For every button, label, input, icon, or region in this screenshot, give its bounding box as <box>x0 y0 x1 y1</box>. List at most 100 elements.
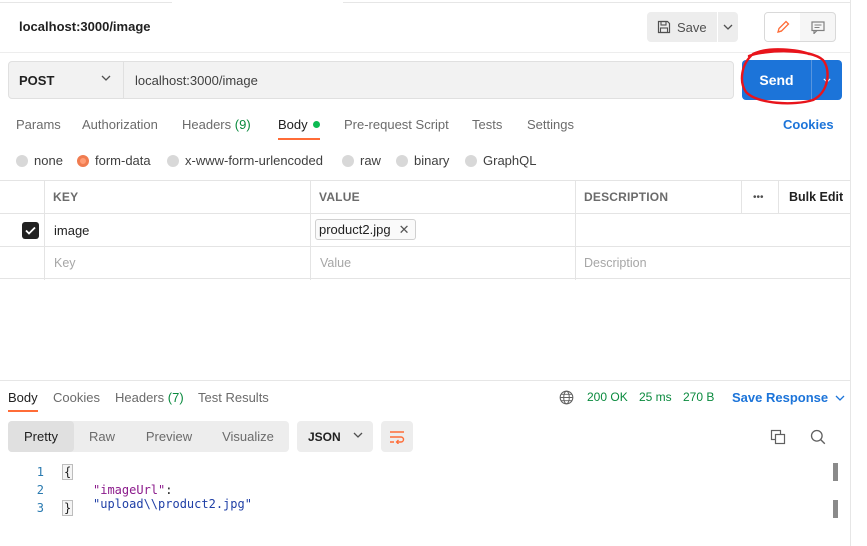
view-visualize[interactable]: Visualize <box>215 421 281 452</box>
tab-authorization[interactable]: Authorization <box>82 117 158 132</box>
active-tab-indicator <box>8 410 38 412</box>
tab-headers[interactable]: Headers (9) <box>182 117 251 132</box>
radio-circle <box>167 154 179 167</box>
url-input[interactable]: localhost:3000/image <box>123 61 734 99</box>
tab-tests[interactable]: Tests <box>472 117 502 132</box>
new-key-input[interactable]: Key <box>54 247 76 279</box>
tab-settings[interactable]: Settings <box>527 117 574 132</box>
format-label: JSON <box>308 429 341 444</box>
view-preview[interactable]: Preview <box>138 421 200 452</box>
table-header-row: KEY VALUE DESCRIPTION ••• Bulk Edit <box>0 180 850 214</box>
radio-label: binary <box>414 153 450 168</box>
comments-toggle[interactable] <box>800 13 835 41</box>
json-colon: : <box>165 483 173 497</box>
save-button-group[interactable]: Save <box>647 12 738 42</box>
radio-raw[interactable]: raw <box>342 153 381 168</box>
json-value: "upload\\product2.jpg" <box>93 497 252 511</box>
chevron-down-icon <box>823 78 831 83</box>
response-tab-headers-label: Headers <box>115 390 165 405</box>
response-time[interactable]: 25 ms <box>639 390 672 404</box>
wrap-lines-button[interactable] <box>381 421 413 452</box>
view-mode-selector: Pretty Raw Preview Visualize <box>8 421 289 452</box>
request-title[interactable]: localhost:3000/image <box>19 19 151 34</box>
send-button-group[interactable]: Send <box>742 60 842 100</box>
radio-circle <box>16 154 28 167</box>
search-icon[interactable] <box>810 429 826 445</box>
method-select[interactable]: POST <box>8 61 124 99</box>
radio-graphql[interactable]: GraphQL <box>465 153 536 168</box>
response-tab-body[interactable]: Body <box>8 390 38 405</box>
panel-divider <box>850 0 851 546</box>
active-tab-indicator <box>278 138 320 140</box>
radio-binary[interactable]: binary <box>396 153 449 168</box>
radio-form-data[interactable]: form-data <box>77 153 151 168</box>
response-tab-headers[interactable]: Headers (7) <box>115 390 184 405</box>
radio-label: x-www-form-urlencoded <box>185 153 323 168</box>
json-key: "imageUrl" <box>93 483 166 497</box>
radio-none[interactable]: none <box>16 153 63 168</box>
send-button[interactable]: Send <box>742 60 811 100</box>
response-size[interactable]: 270 B <box>683 390 714 404</box>
chevron-down-icon <box>353 432 363 438</box>
status-code[interactable]: 200 OK <box>587 390 628 404</box>
response-tab-headers-count: (7) <box>167 390 184 405</box>
more-options-button[interactable]: ••• <box>753 181 764 213</box>
close-icon[interactable]: ✕ <box>399 222 410 238</box>
column-header-key: KEY <box>53 190 79 204</box>
row-enabled-checkbox[interactable] <box>22 222 39 239</box>
pencil-icon <box>776 20 789 33</box>
file-name: product2.jpg <box>319 222 391 237</box>
save-button[interactable]: Save <box>647 12 717 42</box>
tab-body[interactable]: Body <box>278 117 320 132</box>
globe-icon[interactable] <box>559 390 574 405</box>
save-icon <box>657 20 671 34</box>
bulk-edit-button[interactable]: Bulk Edit <box>789 181 843 213</box>
save-options-button[interactable] <box>718 12 738 42</box>
chevron-down-icon <box>723 24 733 30</box>
view-pretty[interactable]: Pretty <box>8 421 74 452</box>
radio-x-www-form-urlencoded[interactable]: x-www-form-urlencoded <box>167 153 323 168</box>
response-tab-cookies[interactable]: Cookies <box>53 390 100 405</box>
radio-circle <box>465 154 477 167</box>
json-brace: { <box>61 464 74 480</box>
radio-label: GraphQL <box>483 153 537 168</box>
url-text: localhost:3000/image <box>135 72 258 88</box>
line-number: 2 <box>36 483 44 497</box>
save-response-button[interactable]: Save Response <box>732 390 845 405</box>
chevron-down-icon <box>101 75 111 81</box>
method-label: POST <box>19 72 55 88</box>
column-header-description: DESCRIPTION <box>584 190 669 204</box>
wrap-lines-icon <box>390 430 405 444</box>
tab-strip <box>0 0 850 4</box>
response-scrollbar[interactable] <box>833 463 838 518</box>
json-line: "imageUrl": "upload\\product2.jpg" <box>93 483 252 511</box>
new-value-input[interactable]: Value <box>320 247 351 279</box>
send-options-button[interactable] <box>812 60 842 100</box>
new-description-input[interactable]: Description <box>584 247 647 279</box>
column-header-value: VALUE <box>319 190 360 204</box>
table-row-new: Key Value Description <box>0 246 850 280</box>
save-response-label: Save Response <box>732 390 829 405</box>
row-description-input[interactable] <box>584 214 844 246</box>
copy-icon[interactable] <box>770 429 786 445</box>
radio-label: form-data <box>95 153 151 168</box>
comment-icon <box>810 20 825 34</box>
tab-pre-request-script[interactable]: Pre-request Script <box>344 117 449 132</box>
cookies-link[interactable]: Cookies <box>783 117 834 132</box>
response-tab-test-results[interactable]: Test Results <box>198 390 269 405</box>
tab-body-label: Body <box>278 117 308 132</box>
format-select[interactable]: JSON <box>297 421 373 452</box>
divider <box>0 52 850 53</box>
tab-headers-count: (9) <box>234 117 251 132</box>
row-key-input[interactable]: image <box>54 214 89 246</box>
tab-params[interactable]: Params <box>16 117 61 132</box>
file-chip[interactable]: product2.jpg ✕ <box>315 219 417 240</box>
radio-circle <box>342 154 354 167</box>
edit-comment-toggle[interactable] <box>764 12 836 42</box>
line-number: 1 <box>36 465 44 479</box>
view-raw[interactable]: Raw <box>82 421 122 452</box>
divider <box>0 380 850 381</box>
radio-label: raw <box>360 153 381 168</box>
edit-toggle[interactable] <box>765 13 800 41</box>
radio-circle <box>396 154 408 167</box>
